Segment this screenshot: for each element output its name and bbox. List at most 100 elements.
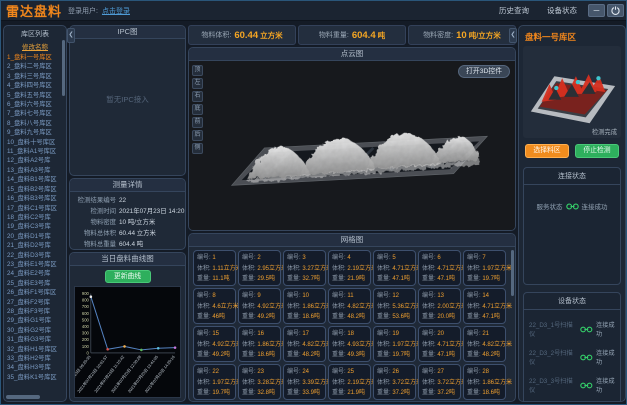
sidebar-item-storage-zone[interactable]: 34_盘料H3号库: [7, 363, 66, 372]
point-cloud-view[interactable]: 顶左右底前后侧 打开3D控件: [189, 61, 515, 230]
grid-card[interactable]: 编号: 18体积: 4.93立方米重量: 49.3吨: [328, 326, 371, 362]
grid-card[interactable]: 编号: 24体积: 3.39立方米重量: 33.9吨: [283, 364, 326, 400]
grid-card[interactable]: 编号: 6体积: 4.71立方米重量: 47.1吨: [418, 250, 461, 286]
login-link[interactable]: 点击登录: [102, 6, 130, 16]
grid-card[interactable]: 编号: 25体积: 2.19立方米重量: 21.9吨: [328, 364, 371, 400]
sidebar-item-storage-zone[interactable]: 3_盘料三号库区: [7, 72, 66, 81]
open-3d-controls-button[interactable]: 打开3D控件: [458, 65, 510, 78]
view-button[interactable]: 侧: [192, 143, 203, 154]
zone-model-view[interactable]: 检测完成: [523, 46, 621, 138]
sidebar-item-storage-zone[interactable]: 29_盘料G1号库: [7, 316, 66, 325]
grid-card[interactable]: 编号: 27体积: 3.72立方米重量: 37.2吨: [418, 364, 461, 400]
sidebar-item-storage-zone[interactable]: 35_盘料K1号库区: [7, 373, 66, 382]
card-volume-line: 体积: 4.92立方米: [197, 340, 235, 351]
grid-card[interactable]: 编号: 14体积: 4.71立方米重量: 47.1吨: [463, 288, 506, 324]
grid-card[interactable]: 编号: 10体积: 1.86立方米重量: 18.6吨: [283, 288, 326, 324]
grid-card[interactable]: 编号: 21体积: 4.82立方米重量: 48.2吨: [463, 326, 506, 362]
view-button[interactable]: 右: [192, 91, 203, 102]
sidebar-item-storage-zone[interactable]: 16_盘料B3号库区: [7, 194, 66, 203]
sidebar-item-storage-zone[interactable]: 26_盘料F1号库区: [7, 288, 66, 297]
sidebar-item-storage-zone[interactable]: 4_盘料四号库区: [7, 81, 66, 90]
sidebar-vertical-scrollbar[interactable]: [62, 40, 65, 96]
card-weight-value: 47.1吨: [392, 276, 410, 282]
grid-card[interactable]: 编号: 20体积: 4.71立方米重量: 47.1吨: [418, 326, 461, 362]
sidebar-item-storage-zone[interactable]: 25_盘料E3号库: [7, 279, 66, 288]
sidebar-item-storage-zone[interactable]: 15_盘料B2号库区: [7, 185, 66, 194]
sidebar-item-storage-zone[interactable]: 9_盘料九号库区: [7, 128, 66, 137]
grid-card[interactable]: 编号: 19体积: 1.97立方米重量: 19.7吨: [373, 326, 416, 362]
sidebar-item-storage-zone[interactable]: 2_盘料二号库区: [7, 62, 66, 71]
view-button[interactable]: 前: [192, 117, 203, 128]
grid-card[interactable]: 编号: 8体积: 4.6立方米重量: 46吨: [193, 288, 236, 324]
refresh-curve-button[interactable]: 更新曲线: [105, 270, 151, 283]
card-id-value: 21: [482, 331, 489, 337]
sidebar-item-storage-zone[interactable]: 33_盘料H2号库: [7, 354, 66, 363]
collapse-sidebar-button[interactable]: ❮: [67, 28, 75, 43]
sidebar-item-storage-zone[interactable]: 6_盘料六号库区: [7, 100, 66, 109]
sidebar-item-storage-zone[interactable]: 19_盘料C3号库: [7, 222, 66, 231]
sidebar-item-storage-zone[interactable]: 14_盘料B1号库区: [7, 175, 66, 184]
sidebar-item-storage-zone[interactable]: 20_盘料D1号库: [7, 232, 66, 241]
grid-card[interactable]: 编号: 2体积: 2.95立方米重量: 29.5吨: [238, 250, 281, 286]
sidebar-item-storage-zone[interactable]: 32_盘料H1号库区: [7, 345, 66, 354]
sidebar-item-storage-zone[interactable]: 10_盘料十号库区: [7, 138, 66, 147]
grid-card[interactable]: 编号: 12体积: 5.36立方米重量: 53.6吨: [373, 288, 416, 324]
view-button[interactable]: 后: [192, 130, 203, 141]
grid-card[interactable]: 编号: 9体积: 4.92立方米重量: 49.2吨: [238, 288, 281, 324]
sidebar-item-storage-zone[interactable]: 11_盘料A1号库区: [7, 147, 66, 156]
card-volume-line: 体积: 3.39立方米: [287, 378, 325, 389]
card-weight-line: 重量: 46吨: [197, 312, 235, 323]
sidebar-item-storage-zone[interactable]: 8_盘料八号库区: [7, 119, 66, 128]
sidebar-item-storage-zone[interactable]: 31_盘料G3号库: [7, 335, 66, 344]
grid-card[interactable]: 编号: 15体积: 4.92立方米重量: 49.2吨: [193, 326, 236, 362]
grid-card[interactable]: 编号: 11体积: 4.82立方米重量: 48.2吨: [328, 288, 371, 324]
card-id-label: 编号:: [332, 369, 347, 375]
sidebar-item-storage-zone[interactable]: 7_盘料七号库区: [7, 109, 66, 118]
grid-card[interactable]: 编号: 7体积: 1.97立方米重量: 19.7吨: [463, 250, 506, 286]
device-name: 22_D3_3号扫描仪: [529, 376, 577, 394]
sidebar-item-storage-zone[interactable]: 5_盘料五号库区: [7, 91, 66, 100]
grid-card[interactable]: 编号: 13体积: 2.00立方米重量: 20.0吨: [418, 288, 461, 324]
sidebar-item-storage-zone[interactable]: 12_盘料A2号库: [7, 156, 66, 165]
view-button[interactable]: 底: [192, 104, 203, 115]
rename-link[interactable]: 修改名称: [4, 39, 66, 53]
device-status-button[interactable]: 设备状态: [538, 5, 586, 16]
sidebar-item-storage-zone[interactable]: 28_盘料F3号库: [7, 307, 66, 316]
sidebar-item-storage-zone[interactable]: 21_盘料D2号库: [7, 241, 66, 250]
connection-status-title: 连接状态: [524, 168, 620, 185]
view-button[interactable]: 顶: [192, 65, 203, 76]
sidebar-item-storage-zone[interactable]: 23_盘料E1号库区: [7, 260, 66, 269]
grid-card[interactable]: 编号: 16体积: 1.86立方米重量: 18.6吨: [238, 326, 281, 362]
stop-detection-button[interactable]: 停止检测: [575, 144, 619, 158]
card-weight-value: 21.9吨: [347, 390, 365, 396]
grid-card[interactable]: 编号: 5体积: 4.71立方米重量: 47.1吨: [373, 250, 416, 286]
grid-card[interactable]: 编号: 3体积: 3.27立方米重量: 32.7吨: [283, 250, 326, 286]
grid-card[interactable]: 编号: 1体积: 1.11立方米重量: 11.1吨: [193, 250, 236, 286]
history-query-button[interactable]: 历史查询: [490, 5, 538, 16]
grid-vertical-scrollbar[interactable]: [511, 250, 514, 296]
sidebar-horizontal-scrollbar[interactable]: [6, 395, 40, 399]
card-volume-label: 体积:: [197, 342, 212, 348]
card-id-value: 2: [257, 255, 260, 261]
select-zone-button[interactable]: 选择料区: [525, 144, 569, 158]
grid-card[interactable]: 编号: 22体积: 1.97立方米重量: 19.7吨: [193, 364, 236, 400]
view-button[interactable]: 左: [192, 78, 203, 89]
minimize-button[interactable]: ─: [588, 4, 605, 17]
sidebar-item-storage-zone[interactable]: 30_盘料G2号库: [7, 326, 66, 335]
collapse-zone-panel-button[interactable]: ❮: [509, 28, 517, 43]
grid-card[interactable]: 编号: 23体积: 3.28立方米重量: 32.8吨: [238, 364, 281, 400]
sidebar-item-storage-zone[interactable]: 24_盘料E2号库: [7, 269, 66, 278]
grid-card[interactable]: 编号: 17体积: 4.82立方米重量: 48.2吨: [283, 326, 326, 362]
sidebar-item-storage-zone[interactable]: 18_盘料C2号库: [7, 213, 66, 222]
card-id-line: 编号: 21: [467, 329, 505, 340]
svg-text:500: 500: [82, 317, 90, 322]
sidebar-item-storage-zone[interactable]: 22_盘料D3号库: [7, 251, 66, 260]
grid-card[interactable]: 编号: 26体积: 3.72立方米重量: 37.2吨: [373, 364, 416, 400]
sidebar-item-storage-zone[interactable]: 27_盘料F2号库: [7, 298, 66, 307]
sidebar-item-storage-zone[interactable]: 13_盘料A3号库: [7, 166, 66, 175]
grid-card[interactable]: 编号: 4体积: 2.19立方米重量: 21.9吨: [328, 250, 371, 286]
sidebar-item-storage-zone[interactable]: 17_盘料C1号库区: [7, 204, 66, 213]
sidebar-item-storage-zone[interactable]: 1_盘料一号库区: [7, 53, 66, 62]
close-button[interactable]: [607, 4, 624, 17]
grid-card[interactable]: 编号: 28体积: 1.86立方米重量: 18.6吨: [463, 364, 506, 400]
